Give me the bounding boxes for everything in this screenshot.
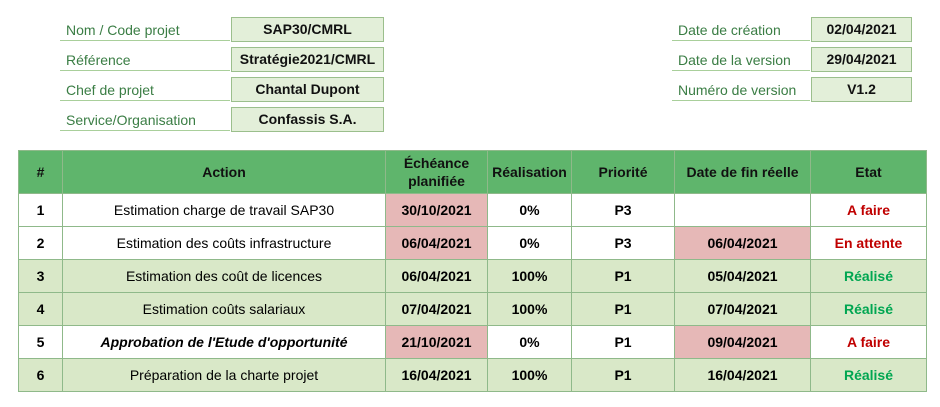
row-completion[interactable]: 0% (487, 226, 572, 260)
row-actual-end-date[interactable]: 06/04/2021 (674, 226, 811, 260)
version-number-label: Numéro de version (672, 79, 810, 101)
row-status[interactable]: A faire (810, 325, 927, 359)
project-name-field[interactable]: SAP30/CMRL (231, 17, 384, 42)
row-number[interactable]: 2 (18, 226, 63, 260)
row-priority[interactable]: P1 (571, 259, 675, 293)
row-priority[interactable]: P1 (571, 325, 675, 359)
row-number[interactable]: 4 (18, 292, 63, 326)
row-status[interactable]: Réalisé (810, 292, 927, 326)
row-actual-end-date[interactable]: 09/04/2021 (674, 325, 811, 359)
table-row: 3 Estimation des coût de licences 06/04/… (18, 259, 927, 293)
version-date-label: Date de la version (672, 49, 810, 71)
row-deadline[interactable]: 30/10/2021 (385, 193, 488, 227)
reference-label: Référence (60, 49, 230, 71)
project-manager-label: Chef de projet (60, 79, 230, 101)
row-deadline[interactable]: 16/04/2021 (385, 358, 488, 392)
row-actual-end-date[interactable]: 16/04/2021 (674, 358, 811, 392)
header-deadline[interactable]: Échéance planifiée (385, 150, 488, 194)
row-completion[interactable]: 100% (487, 259, 572, 293)
action-table: # Action Échéance planifiée Réalisation … (18, 150, 927, 392)
header-number[interactable]: # (18, 150, 63, 194)
row-status[interactable]: Réalisé (810, 259, 927, 293)
row-completion[interactable]: 100% (487, 292, 572, 326)
row-action[interactable]: Estimation des coûts infrastructure (62, 226, 386, 260)
row-deadline[interactable]: 07/04/2021 (385, 292, 488, 326)
row-completion[interactable]: 100% (487, 358, 572, 392)
service-label: Service/Organisation (60, 109, 230, 131)
version-date-field[interactable]: 29/04/2021 (811, 47, 912, 72)
table-row: 4 Estimation coûts salariaux 07/04/2021 … (18, 292, 927, 326)
header-status[interactable]: Etat (810, 150, 927, 194)
service-field[interactable]: Confassis S.A. (231, 107, 384, 132)
row-action[interactable]: Estimation des coût de licences (62, 259, 386, 293)
row-action[interactable]: Estimation coûts salariaux (62, 292, 386, 326)
row-completion[interactable]: 0% (487, 325, 572, 359)
row-priority[interactable]: P3 (571, 193, 675, 227)
row-deadline[interactable]: 21/10/2021 (385, 325, 488, 359)
row-status[interactable]: A faire (810, 193, 927, 227)
row-priority[interactable]: P3 (571, 226, 675, 260)
table-row: 2 Estimation des coûts infrastructure 06… (18, 226, 927, 260)
table-row: 1 Estimation charge de travail SAP30 30/… (18, 193, 927, 227)
row-number[interactable]: 1 (18, 193, 63, 227)
table-row: 5 Approbation de l'Etude d'opportunité 2… (18, 325, 927, 359)
header-priority[interactable]: Priorité (571, 150, 675, 194)
header-actual-end-date[interactable]: Date de fin réelle (674, 150, 811, 194)
row-number[interactable]: 5 (18, 325, 63, 359)
table-row: 6 Préparation de la charte projet 16/04/… (18, 358, 927, 392)
row-number[interactable]: 6 (18, 358, 63, 392)
row-action[interactable]: Préparation de la charte projet (62, 358, 386, 392)
row-status[interactable]: En attente (810, 226, 927, 260)
row-completion[interactable]: 0% (487, 193, 572, 227)
row-status[interactable]: Réalisé (810, 358, 927, 392)
version-number-field[interactable]: V1.2 (811, 77, 912, 102)
row-action[interactable]: Estimation charge de travail SAP30 (62, 193, 386, 227)
row-priority[interactable]: P1 (571, 292, 675, 326)
row-actual-end-date[interactable] (674, 193, 811, 227)
creation-date-label: Date de création (672, 19, 810, 41)
row-action[interactable]: Approbation de l'Etude d'opportunité (62, 325, 386, 359)
row-priority[interactable]: P1 (571, 358, 675, 392)
row-actual-end-date[interactable]: 05/04/2021 (674, 259, 811, 293)
project-name-label: Nom / Code projet (60, 19, 230, 41)
header-completion[interactable]: Réalisation (487, 150, 572, 194)
header-action[interactable]: Action (62, 150, 386, 194)
row-deadline[interactable]: 06/04/2021 (385, 259, 488, 293)
reference-field[interactable]: Stratégie2021/CMRL (231, 47, 384, 72)
creation-date-field[interactable]: 02/04/2021 (811, 17, 912, 42)
project-manager-field[interactable]: Chantal Dupont (231, 77, 384, 102)
row-number[interactable]: 3 (18, 259, 63, 293)
row-deadline[interactable]: 06/04/2021 (385, 226, 488, 260)
table-header-row: # Action Échéance planifiée Réalisation … (18, 150, 927, 194)
row-actual-end-date[interactable]: 07/04/2021 (674, 292, 811, 326)
